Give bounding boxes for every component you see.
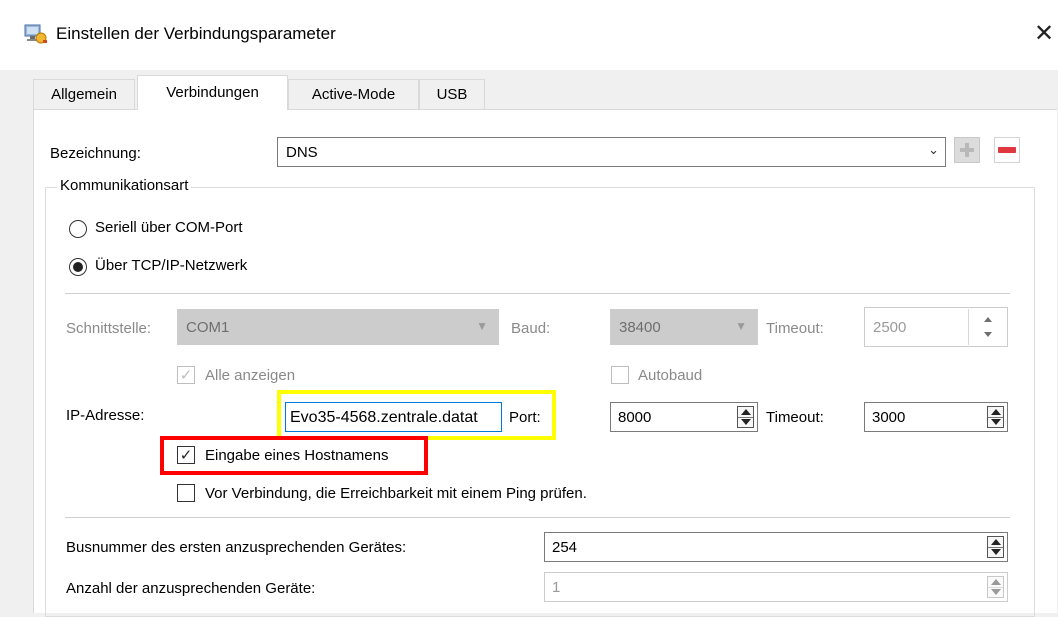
spin-up-icon bbox=[991, 409, 1001, 415]
spinner-buttons[interactable] bbox=[968, 309, 1006, 345]
tab-usb[interactable]: USB bbox=[419, 79, 485, 109]
tcp-timeout-label: Timeout: bbox=[766, 409, 824, 426]
bus-count-spinner[interactable]: 1 bbox=[544, 572, 1008, 602]
separator bbox=[65, 293, 1010, 294]
bezeichnung-label: Bezeichnung: bbox=[50, 145, 141, 162]
spinner-buttons[interactable] bbox=[987, 406, 1004, 428]
chevron-down-icon: ⌄ bbox=[928, 142, 939, 157]
baud-combo[interactable]: 38400 ▼ bbox=[610, 309, 758, 345]
dropdown-arrow-icon: ▼ bbox=[476, 319, 488, 333]
bus-count-label: Anzahl der anzusprechenden Geräte: bbox=[66, 580, 316, 597]
serial-timeout-value: 2500 bbox=[873, 319, 907, 336]
tab-label: USB bbox=[436, 86, 468, 103]
bus-first-value: 254 bbox=[552, 539, 578, 556]
spin-divider bbox=[738, 417, 753, 418]
spin-down-icon bbox=[991, 419, 1001, 425]
autobaud-label: Autobaud bbox=[638, 367, 703, 384]
separator bbox=[65, 517, 1010, 518]
schnittstelle-value: COM1 bbox=[186, 319, 230, 336]
tab-label: Allgemein bbox=[51, 86, 117, 103]
serial-timeout-spinner[interactable]: 2500 bbox=[864, 307, 1008, 347]
spin-up-icon bbox=[741, 409, 751, 415]
ping-checkbox[interactable] bbox=[177, 484, 195, 502]
autobaud-checkbox[interactable] bbox=[611, 366, 629, 384]
spin-down-icon bbox=[984, 332, 992, 337]
spin-divider bbox=[988, 417, 1003, 418]
dropdown-arrow-icon: ▼ bbox=[735, 319, 747, 333]
bezeichnung-value: DNS bbox=[286, 144, 318, 161]
bus-first-spinner[interactable]: 254 bbox=[544, 532, 1008, 562]
spin-up-icon bbox=[991, 539, 1001, 545]
alle-anzeigen-label: Alle anzeigen bbox=[205, 367, 296, 384]
bus-count-value: 1 bbox=[552, 579, 561, 596]
close-icon[interactable]: ✕ bbox=[1030, 18, 1058, 48]
add-button[interactable] bbox=[954, 137, 980, 163]
app-icon bbox=[24, 24, 47, 44]
port-spinner[interactable]: 8000 bbox=[610, 402, 758, 432]
hostname-checkbox[interactable]: ✓ bbox=[177, 446, 195, 464]
spinner-buttons[interactable] bbox=[987, 536, 1004, 558]
tab-allgemein[interactable]: Allgemein bbox=[33, 79, 135, 109]
hostname-label: Eingabe eines Hostnamens bbox=[205, 447, 389, 464]
ping-label: Vor Verbindung, die Erreichbarkeit mit e… bbox=[205, 485, 587, 502]
spin-down-icon bbox=[991, 589, 1001, 595]
radio-seriell-label: Seriell über COM-Port bbox=[95, 219, 243, 236]
spin-divider bbox=[988, 547, 1003, 548]
baud-label: Baud: bbox=[511, 320, 551, 337]
window-title: Einstellen der Verbindungsparameter bbox=[56, 24, 336, 43]
ip-address-label: IP-Adresse: bbox=[66, 407, 145, 424]
port-value: 8000 bbox=[618, 409, 652, 426]
alle-anzeigen-checkbox[interactable]: ✓ bbox=[177, 366, 195, 384]
radio-seriell[interactable] bbox=[69, 220, 87, 238]
remove-button[interactable] bbox=[994, 137, 1020, 163]
tab-label: Active-Mode bbox=[311, 86, 396, 103]
baud-value: 38400 bbox=[619, 319, 661, 336]
tcp-timeout-value: 3000 bbox=[872, 409, 906, 426]
highlight-yellow-box bbox=[277, 390, 556, 440]
spinner-buttons[interactable] bbox=[737, 406, 754, 428]
spin-down-icon bbox=[991, 549, 1001, 555]
spin-up-icon bbox=[991, 579, 1001, 585]
spin-divider bbox=[988, 587, 1003, 588]
spin-up-icon bbox=[984, 317, 992, 322]
tab-verbindungen[interactable]: Verbindungen bbox=[137, 75, 288, 110]
schnittstelle-combo[interactable]: COM1 ▼ bbox=[177, 309, 499, 345]
tab-label: Verbindungen bbox=[166, 84, 259, 101]
spin-down-icon bbox=[741, 419, 751, 425]
bus-first-label: Busnummer des ersten anzusprechenden Ger… bbox=[66, 539, 407, 556]
kommunikationsart-legend: Kommunikationsart bbox=[57, 177, 192, 194]
tcp-timeout-spinner[interactable]: 3000 bbox=[864, 402, 1008, 432]
serial-timeout-label: Timeout: bbox=[766, 320, 824, 337]
radio-tcp-label: Über TCP/IP-Netzwerk bbox=[95, 257, 248, 274]
tab-active-mode[interactable]: Active-Mode bbox=[288, 79, 419, 109]
bezeichnung-combo[interactable]: DNS ⌄ bbox=[277, 137, 946, 167]
schnittstelle-label: Schnittstelle: bbox=[66, 320, 152, 337]
spinner-buttons[interactable] bbox=[987, 576, 1004, 598]
radio-tcp[interactable] bbox=[69, 258, 87, 276]
